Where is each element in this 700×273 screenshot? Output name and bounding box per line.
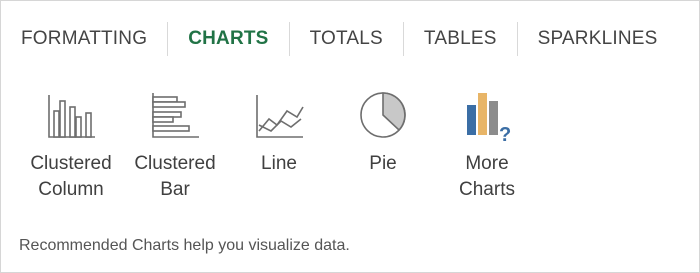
clustered-bar-chart-icon [152, 93, 199, 138]
more-charts-icon: ? [467, 93, 511, 143]
svg-text:?: ? [499, 124, 511, 143]
clustered-bar-option[interactable]: Clustered Bar [123, 87, 227, 203]
pie-chart-icon [360, 92, 406, 138]
option-label: Pie [369, 153, 397, 174]
clustered-column-option[interactable]: Clustered Column [19, 87, 123, 203]
tab-totals[interactable]: TOTALS [290, 19, 403, 59]
option-label: Clustered Column [30, 153, 112, 200]
quick-analysis-panel: FORMATTING CHARTS TOTALS TABLES SPARKLIN… [0, 0, 700, 273]
option-label: Line [261, 153, 297, 174]
clustered-column-chart-icon [48, 95, 95, 138]
more-charts-option[interactable]: ? More Charts [435, 87, 539, 203]
tab-charts[interactable]: CHARTS [168, 19, 288, 59]
pie-chart-option[interactable]: Pie [331, 87, 435, 203]
tab-tables[interactable]: TABLES [404, 19, 517, 59]
line-chart-option[interactable]: Line [227, 87, 331, 203]
chart-options: Clustered Column Clustered Bar Line Pie … [19, 87, 539, 203]
tab-sparklines[interactable]: SPARKLINES [518, 19, 678, 59]
option-label: More Charts [459, 153, 515, 200]
tab-formatting[interactable]: FORMATTING [1, 19, 167, 59]
line-chart-icon [256, 95, 304, 138]
description-text: Recommended Charts help you visualize da… [19, 237, 350, 254]
tab-bar: FORMATTING CHARTS TOTALS TABLES SPARKLIN… [1, 19, 678, 59]
option-label: Clustered Bar [134, 153, 216, 200]
